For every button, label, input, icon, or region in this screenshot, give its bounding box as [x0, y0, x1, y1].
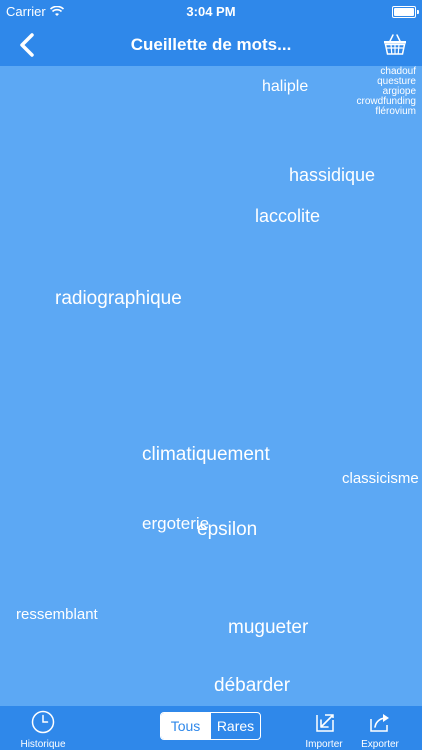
history-label: Historique — [20, 739, 66, 750]
word-climatiquement[interactable]: climatiquement — [142, 445, 270, 464]
clock: 3:04 PM — [186, 4, 236, 19]
export-label: Exporter — [361, 739, 399, 750]
word-debarder[interactable]: débarder — [214, 676, 290, 695]
word-haliple[interactable]: haliple — [262, 79, 308, 95]
word-cloud: chadouf questure argiope crowdfunding fl… — [0, 66, 422, 706]
basket-icon[interactable] — [382, 32, 408, 56]
import-icon — [316, 714, 334, 732]
filter-segmented-control[interactable]: Tous Rares — [160, 712, 261, 740]
import-button[interactable]: Importer — [300, 710, 348, 750]
word-classicisme[interactable]: classicisme — [342, 471, 419, 486]
page-title: Cueillette de mots... — [130, 35, 292, 54]
word-flerovium[interactable]: flérovium — [375, 107, 416, 117]
bottom-toolbar: Historique Tous Rares Importer Exporter — [0, 706, 422, 750]
export-button[interactable]: Exporter — [354, 710, 406, 750]
word-laccolite[interactable]: laccolite — [255, 207, 320, 225]
word-mugueter[interactable]: mugueter — [228, 618, 308, 637]
word-ressemblant[interactable]: ressemblant — [16, 607, 98, 622]
word-epsilon[interactable]: epsilon — [197, 520, 257, 539]
nav-bar: Cueillette de mots... — [0, 24, 422, 66]
export-icon — [370, 714, 389, 732]
clock-icon — [31, 710, 55, 734]
tab-history[interactable]: Historique — [14, 710, 72, 750]
word-hassidique[interactable]: hassidique — [289, 166, 375, 184]
status-bar: Carrier 3:04 PM — [0, 0, 422, 24]
battery-icon — [392, 6, 419, 18]
segment-rare[interactable]: Rares — [210, 713, 260, 739]
word-radiographique[interactable]: radiographique — [55, 289, 182, 308]
segment-all[interactable]: Tous — [161, 713, 210, 739]
import-label: Importer — [305, 739, 343, 750]
